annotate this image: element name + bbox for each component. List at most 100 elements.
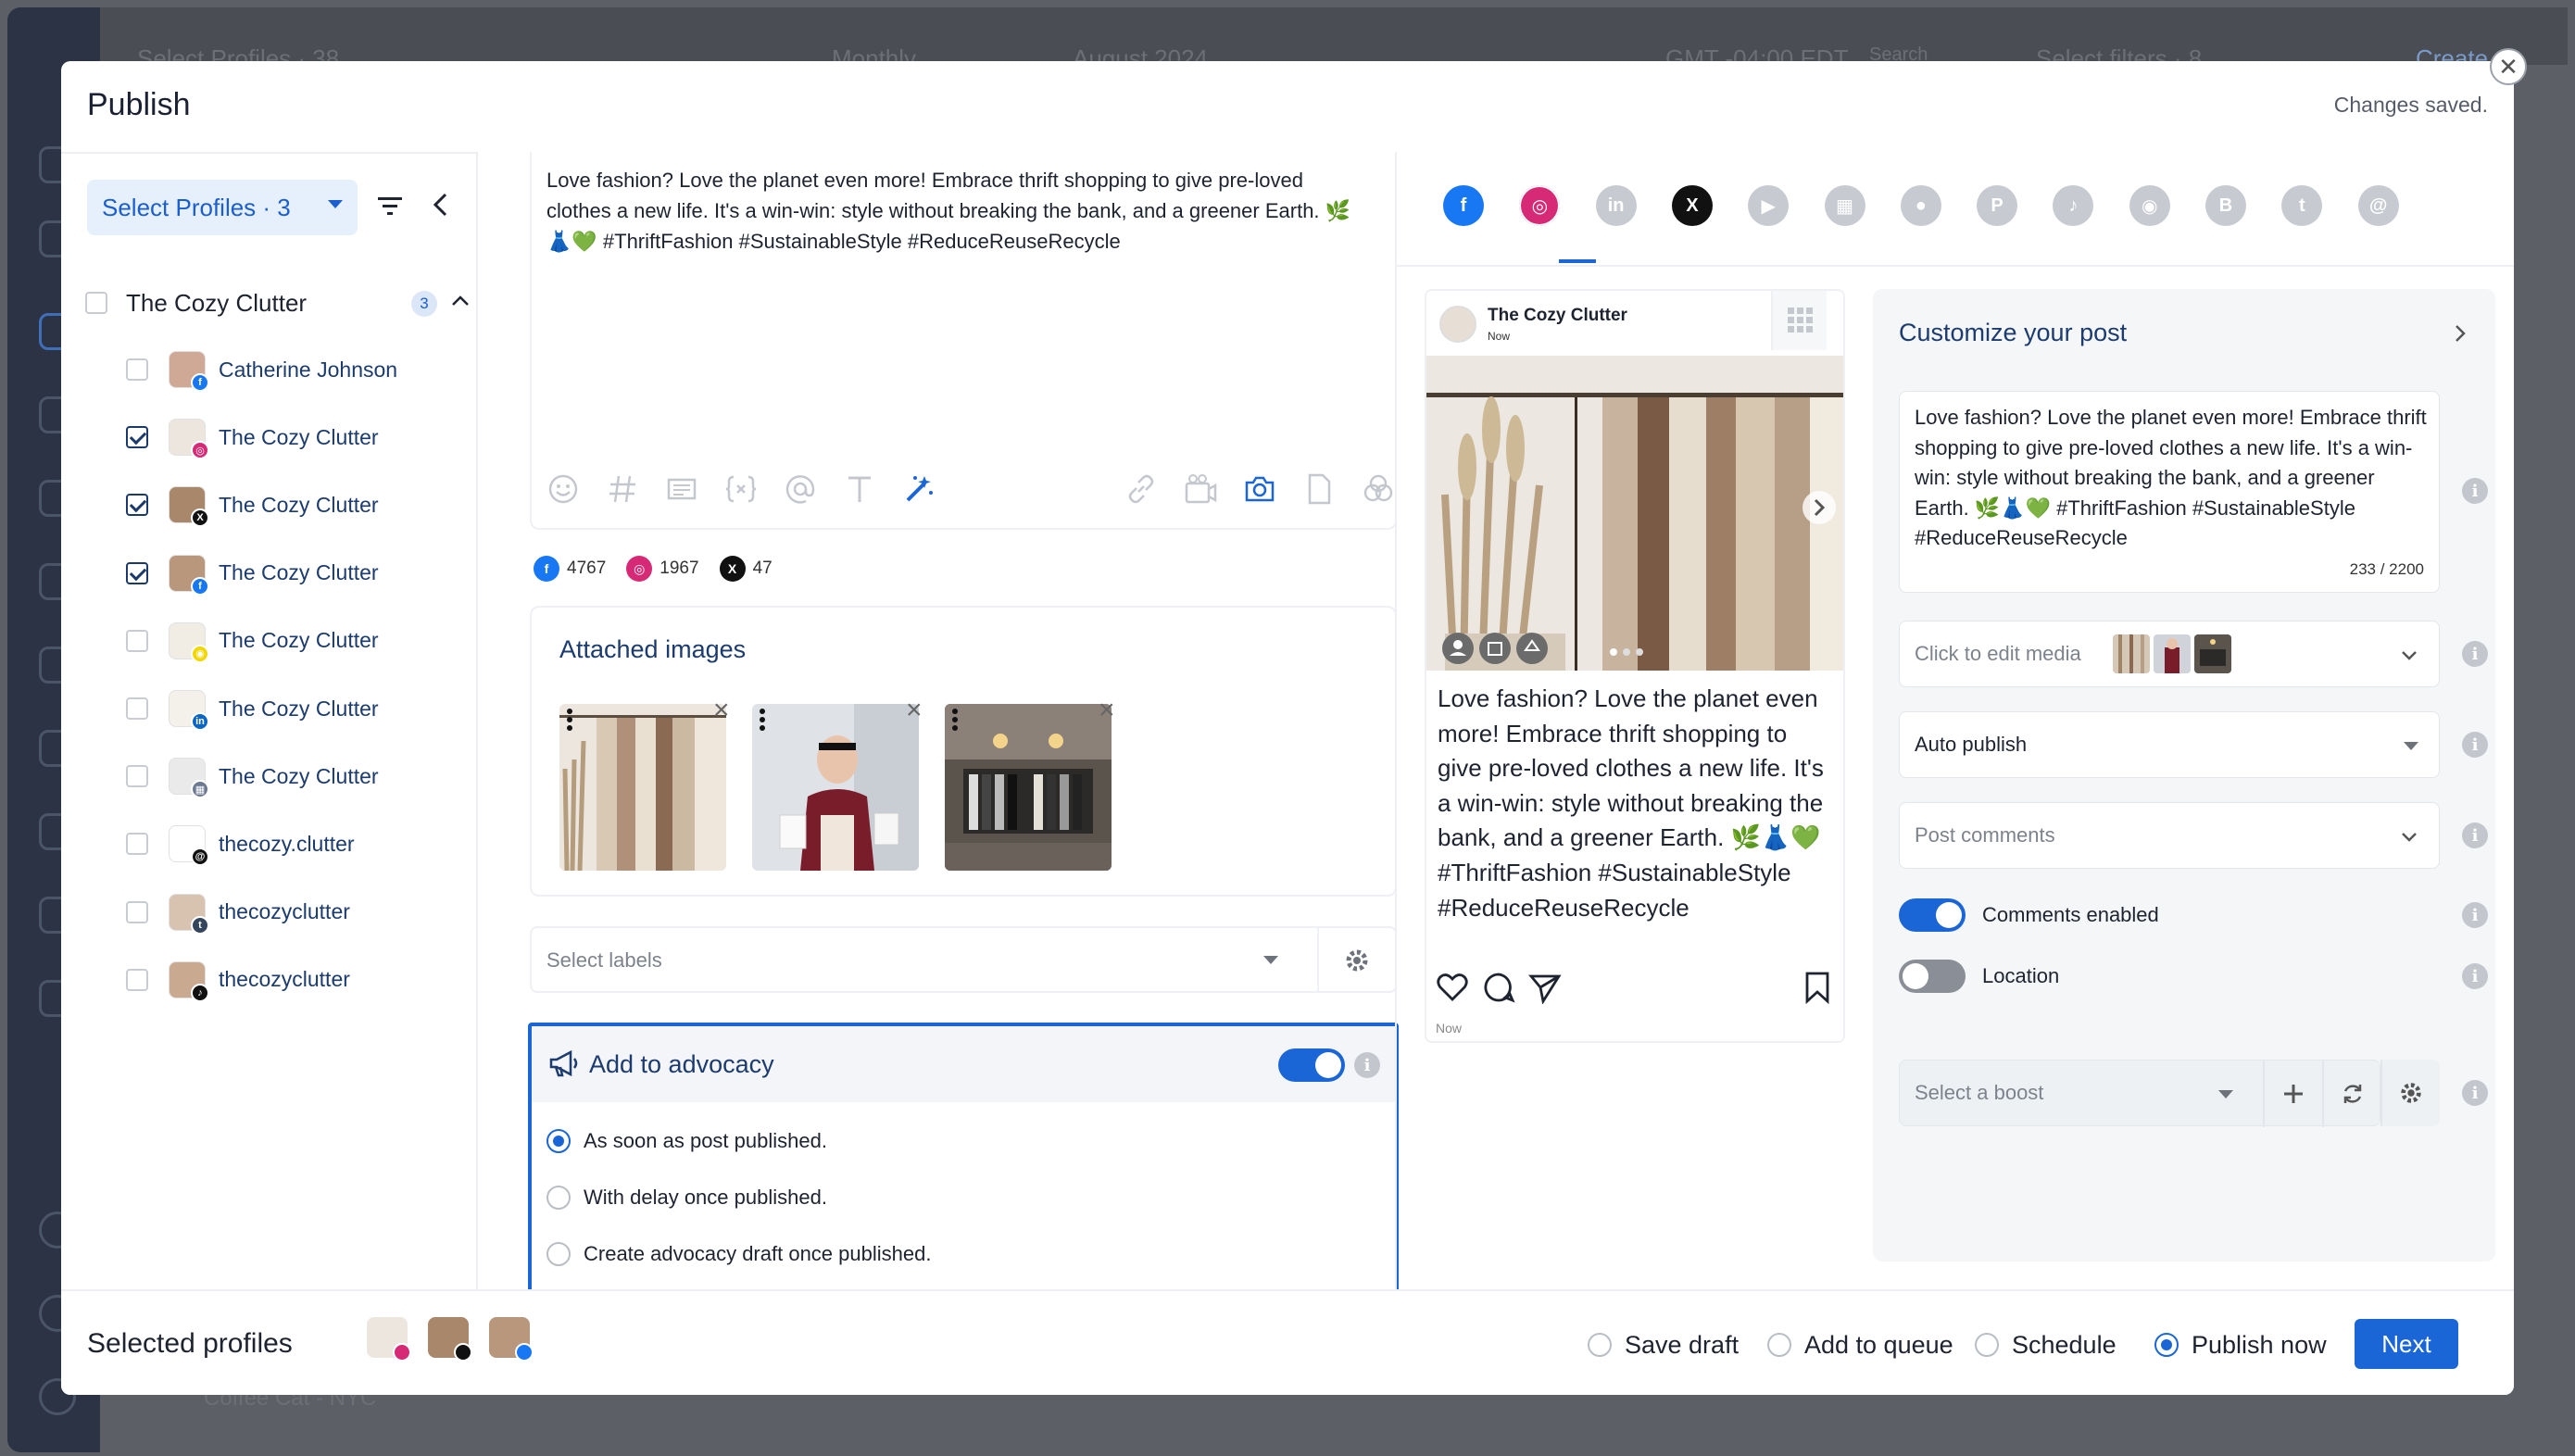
info-icon[interactable]: i — [1354, 1052, 1380, 1078]
attached-image-1[interactable] — [559, 704, 726, 871]
boost-settings-button[interactable] — [2380, 1060, 2440, 1126]
tab-linkedin[interactable]: in — [1595, 185, 1637, 226]
document-icon[interactable] — [1302, 472, 1336, 506]
location-toggle[interactable] — [1899, 960, 1966, 993]
profile-row[interactable]: ♪ thecozyclutter — [126, 955, 478, 1005]
radio-button[interactable] — [1588, 1333, 1612, 1357]
emoji-icon[interactable] — [546, 472, 580, 506]
gear-icon[interactable] — [1343, 947, 1371, 974]
profile-checkbox[interactable] — [126, 426, 148, 449]
tab-reddit[interactable]: ● — [1900, 185, 1941, 226]
text-format-icon[interactable] — [843, 472, 876, 506]
profile-row[interactable]: f Catherine Johnson — [126, 345, 478, 395]
tab-threads[interactable]: @ — [2357, 185, 2399, 226]
profile-row[interactable]: ◎ The Cozy Clutter — [126, 412, 478, 462]
close-modal-button[interactable]: ✕ — [2490, 48, 2527, 85]
next-button[interactable]: Next — [2355, 1319, 2458, 1369]
info-icon[interactable]: i — [2462, 963, 2488, 989]
video-icon[interactable] — [1184, 472, 1217, 506]
bookmark-icon[interactable] — [1801, 971, 1834, 1004]
tab-google-business[interactable]: ▦ — [1824, 185, 1865, 226]
image-menu-icon[interactable] — [950, 708, 960, 732]
footer-action-option[interactable]: Schedule — [1975, 1326, 2117, 1363]
profile-group-row[interactable]: The Cozy Clutter 3 — [85, 280, 469, 326]
tab-pinterest[interactable]: P — [1977, 185, 2018, 226]
tab-blog[interactable]: B — [2205, 185, 2246, 226]
tab-tiktok[interactable]: ♪ — [2053, 185, 2094, 226]
profile-checkbox[interactable] — [126, 900, 148, 923]
custom-caption-text[interactable]: Love fashion? Love the planet even more!… — [1915, 403, 2430, 554]
add-boost-button[interactable] — [2263, 1061, 2322, 1127]
tab-x[interactable]: X — [1671, 185, 1713, 226]
info-icon[interactable]: i — [2462, 902, 2488, 928]
tab-facebook[interactable]: f — [1443, 185, 1484, 226]
profile-checkbox[interactable] — [126, 629, 148, 652]
info-icon[interactable]: i — [2462, 478, 2488, 504]
link-icon[interactable] — [1124, 472, 1158, 506]
snippet-icon[interactable] — [665, 472, 698, 506]
preview-image[interactable] — [1426, 356, 1843, 671]
radio-button[interactable] — [546, 1129, 571, 1153]
tab-tumblr[interactable]: t — [2281, 185, 2323, 226]
profile-checkbox[interactable] — [126, 358, 148, 381]
info-icon[interactable]: i — [2462, 641, 2488, 667]
profile-select-dropdown[interactable]: Select Profiles · 3 — [87, 180, 358, 235]
composer-textarea[interactable]: Love fashion? Love the planet even more!… — [546, 165, 1362, 257]
publish-mode-select[interactable]: Auto publish — [1899, 711, 2440, 778]
post-comments-field[interactable]: Post comments — [1899, 802, 2440, 869]
info-icon[interactable]: i — [2462, 732, 2488, 758]
info-icon[interactable]: i — [2462, 822, 2488, 848]
labels-select[interactable]: Select labels — [530, 926, 1397, 993]
advocacy-option[interactable]: With delay once published. — [546, 1179, 827, 1216]
boost-select[interactable]: Select a boost — [1899, 1060, 2381, 1127]
radio-button[interactable] — [546, 1242, 571, 1266]
heart-icon[interactable] — [1436, 971, 1469, 1004]
next-image-icon[interactable] — [1801, 489, 1838, 526]
comments-enabled-toggle[interactable] — [1899, 898, 1966, 932]
profile-checkbox[interactable] — [126, 561, 148, 584]
chevron-left-icon[interactable] — [430, 191, 452, 219]
profile-row[interactable]: ◉ The Cozy Clutter — [126, 616, 478, 666]
ai-assist-icon[interactable] — [902, 472, 936, 506]
mention-icon[interactable] — [784, 472, 817, 506]
radio-button[interactable] — [2154, 1333, 2179, 1357]
profile-checkbox[interactable] — [126, 968, 148, 991]
grid-view-button[interactable] — [1771, 291, 1827, 350]
tab-youtube[interactable]: ▶ — [1748, 185, 1790, 226]
profile-row[interactable]: f The Cozy Clutter — [126, 548, 478, 598]
profile-row[interactable]: in The Cozy Clutter — [126, 684, 478, 734]
info-icon[interactable]: i — [2462, 1080, 2488, 1106]
footer-action-option[interactable]: Add to queue — [1767, 1326, 1953, 1363]
variable-icon[interactable] — [724, 472, 758, 506]
attached-image-3[interactable] — [945, 704, 1112, 871]
tab-instagram[interactable]: ◎ — [1519, 185, 1561, 226]
profile-checkbox[interactable] — [126, 833, 148, 856]
profile-row[interactable]: X The Cozy Clutter — [126, 480, 478, 530]
refresh-boost-button[interactable] — [2322, 1061, 2381, 1127]
camera-icon[interactable] — [1243, 472, 1276, 506]
image-menu-icon[interactable] — [758, 708, 767, 732]
profile-row[interactable]: t thecozyclutter — [126, 887, 478, 937]
custom-caption-editor[interactable]: Love fashion? Love the planet even more!… — [1899, 391, 2440, 593]
group-checkbox[interactable] — [85, 292, 107, 314]
radio-button[interactable] — [546, 1186, 571, 1210]
remove-image-icon[interactable]: × — [713, 695, 730, 726]
radio-button[interactable] — [1767, 1333, 1791, 1357]
palette-icon[interactable] — [1362, 472, 1395, 506]
profile-row[interactable]: ▦ The Cozy Clutter — [126, 751, 478, 801]
profile-checkbox[interactable] — [126, 697, 148, 720]
hashtag-icon[interactable] — [606, 472, 639, 506]
remove-image-icon[interactable]: × — [1099, 695, 1115, 726]
footer-action-option[interactable]: Save draft — [1588, 1326, 1739, 1363]
comment-icon[interactable] — [1482, 971, 1515, 1004]
tag-user-icon[interactable] — [1439, 630, 1551, 667]
edit-media-field[interactable]: Click to edit media — [1899, 621, 2440, 687]
composer-editor[interactable]: Love fashion? Love the planet even more!… — [530, 152, 1397, 530]
tab-snapchat[interactable]: ◉ — [2129, 185, 2170, 226]
radio-button[interactable] — [1975, 1333, 1999, 1357]
profile-row[interactable]: @ thecozy.clutter — [126, 819, 478, 869]
footer-action-option[interactable]: Publish now — [2154, 1326, 2327, 1363]
share-icon[interactable] — [1528, 971, 1562, 1004]
image-menu-icon[interactable] — [565, 708, 574, 732]
advocacy-option[interactable]: As soon as post published. — [546, 1123, 827, 1160]
